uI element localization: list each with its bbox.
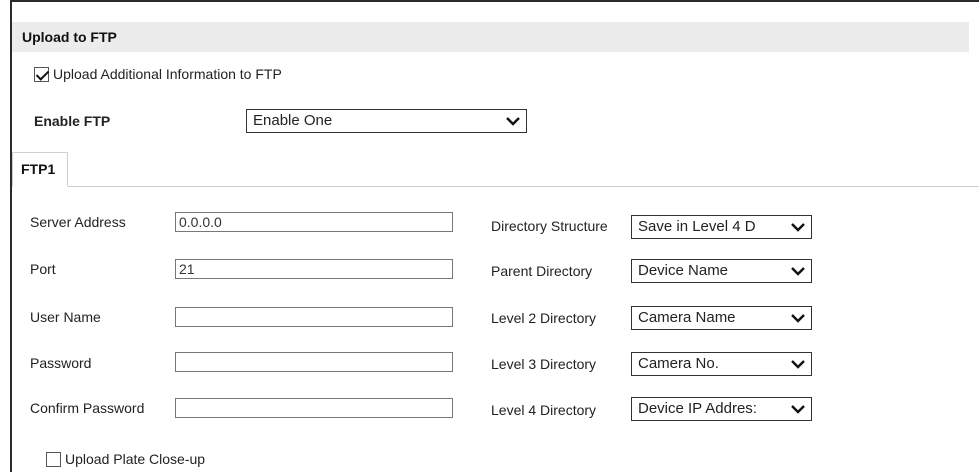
upload-plate-row[interactable]: Upload Plate Close-up <box>46 451 205 467</box>
directory-structure-select[interactable]: Save in Level 4 D <box>631 215 812 239</box>
parent-directory-label: Parent Directory <box>491 263 593 279</box>
tab-ftp1[interactable]: FTP1 <box>12 152 68 187</box>
parent-directory-value: Device Name <box>638 262 729 279</box>
section-title: Upload to FTP <box>12 22 969 52</box>
port-input[interactable]: 21 <box>175 259 453 279</box>
password-label: Password <box>30 355 92 371</box>
chevron-down-icon <box>791 314 805 323</box>
chevron-down-icon <box>791 223 805 232</box>
server-address-label: Server Address <box>30 214 126 230</box>
chevron-down-icon <box>791 267 805 276</box>
upload-info-label: Upload Additional Information to FTP <box>53 66 282 82</box>
upload-plate-label: Upload Plate Close-up <box>65 451 206 467</box>
level3-directory-value: Camera No. <box>638 355 719 372</box>
chevron-down-icon <box>791 360 805 369</box>
parent-directory-select[interactable]: Device Name <box>631 259 812 283</box>
upload-plate-checkbox[interactable] <box>46 451 61 467</box>
level4-directory-value: Device IP Addres: <box>638 400 757 417</box>
level4-directory-select[interactable]: Device IP Addres: <box>631 397 812 421</box>
enable-ftp-value: Enable One <box>253 112 333 129</box>
level4-directory-label: Level 4 Directory <box>491 402 597 418</box>
level3-directory-label: Level 3 Directory <box>491 356 597 372</box>
port-label: Port <box>30 261 56 277</box>
directory-structure-label: Directory Structure <box>491 218 608 234</box>
level2-directory-select[interactable]: Camera Name <box>631 306 812 330</box>
level2-directory-label: Level 2 Directory <box>491 310 597 326</box>
user-name-label: User Name <box>30 309 101 325</box>
confirm-password-label: Confirm Password <box>30 400 145 416</box>
chevron-down-icon <box>791 405 805 414</box>
enable-ftp-label: Enable FTP <box>34 113 111 129</box>
server-address-input[interactable]: 0.0.0.0 <box>175 212 453 232</box>
password-input[interactable] <box>175 352 453 372</box>
directory-structure-value: Save in Level 4 D <box>638 218 756 235</box>
user-name-input[interactable] <box>175 307 453 327</box>
enable-ftp-select[interactable]: Enable One <box>246 109 527 133</box>
tab-bar <box>12 186 979 187</box>
chevron-down-icon <box>506 117 520 126</box>
upload-info-checkbox[interactable] <box>34 66 49 82</box>
confirm-password-input[interactable] <box>175 398 453 418</box>
level3-directory-select[interactable]: Camera No. <box>631 352 812 376</box>
level2-directory-value: Camera Name <box>638 309 736 326</box>
upload-info-row[interactable]: Upload Additional Information to FTP <box>34 66 282 82</box>
